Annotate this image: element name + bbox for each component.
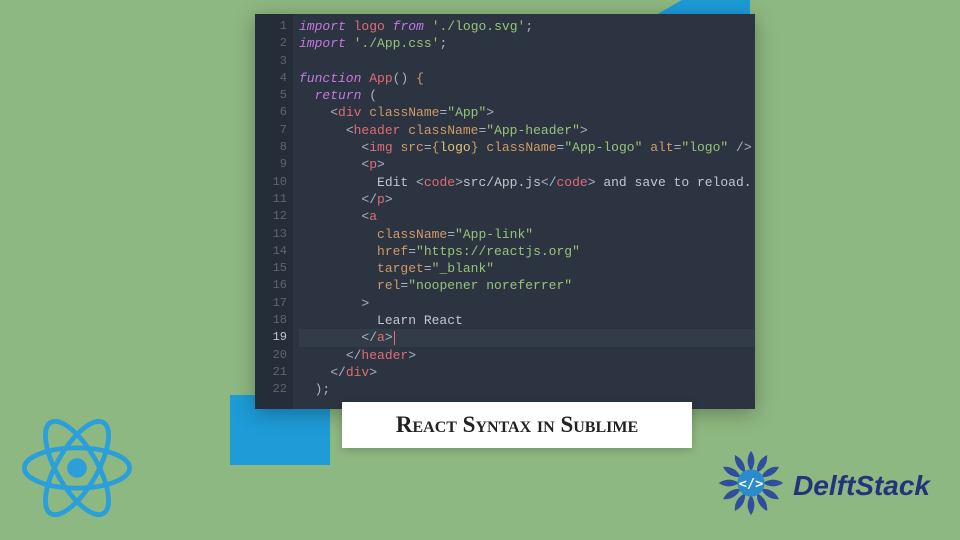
line-number: 21 xyxy=(255,364,287,381)
line-number: 12 xyxy=(255,208,287,225)
line-number: 6 xyxy=(255,104,287,121)
code-line: href="https://reactjs.org" xyxy=(299,243,755,260)
code-line: </a> xyxy=(299,329,755,346)
line-number: 5 xyxy=(255,87,287,104)
code-line: </p> xyxy=(299,191,755,208)
code-line: Learn React xyxy=(299,312,755,329)
code-line: > xyxy=(299,295,755,312)
code-line: import './App.css'; xyxy=(299,35,755,52)
code-line xyxy=(299,53,755,70)
line-number: 16 xyxy=(255,277,287,294)
line-number: 14 xyxy=(255,243,287,260)
code-line: <div className="App"> xyxy=(299,104,755,121)
code-line: import logo from './logo.svg'; xyxy=(299,18,755,35)
line-number: 15 xyxy=(255,260,287,277)
line-number: 20 xyxy=(255,347,287,364)
line-number: 4 xyxy=(255,70,287,87)
code-line: className="App-link" xyxy=(299,226,755,243)
svg-text:</>: </> xyxy=(739,476,764,492)
brand-text: DelftStack xyxy=(793,470,930,502)
react-logo-icon xyxy=(22,418,132,523)
code-line: rel="noopener noreferrer" xyxy=(299,277,755,294)
title-card: React Syntax in Sublime xyxy=(342,402,692,448)
line-number: 18 xyxy=(255,312,287,329)
code-line: <p> xyxy=(299,156,755,173)
line-number: 7 xyxy=(255,122,287,139)
brand-logo: </> DelftStack xyxy=(717,449,930,522)
code-line: </header> xyxy=(299,347,755,364)
line-number: 1 xyxy=(255,18,287,35)
code-line: function App() { xyxy=(299,70,755,87)
code-line: <a xyxy=(299,208,755,225)
brand-mandala-icon: </> xyxy=(717,449,785,522)
code-line: return ( xyxy=(299,87,755,104)
line-number-gutter: 12345678910111213141516171819202122 xyxy=(255,14,293,409)
line-number: 19 xyxy=(255,329,287,346)
code-line: Edit <code>src/App.js</code> and save to… xyxy=(299,174,755,191)
line-number: 13 xyxy=(255,226,287,243)
line-number: 3 xyxy=(255,53,287,70)
line-number: 2 xyxy=(255,35,287,52)
code-area: import logo from './logo.svg';import './… xyxy=(293,14,755,409)
code-line: </div> xyxy=(299,364,755,381)
line-number: 22 xyxy=(255,381,287,398)
line-number: 10 xyxy=(255,174,287,191)
cursor xyxy=(394,331,395,345)
line-number: 11 xyxy=(255,191,287,208)
code-line: target="_blank" xyxy=(299,260,755,277)
title-text: React Syntax in Sublime xyxy=(396,412,638,438)
code-editor: 12345678910111213141516171819202122 impo… xyxy=(255,14,755,409)
line-number: 9 xyxy=(255,156,287,173)
line-number: 8 xyxy=(255,139,287,156)
code-line: <img src={logo} className="App-logo" alt… xyxy=(299,139,755,156)
line-number: 17 xyxy=(255,295,287,312)
code-line: <header className="App-header"> xyxy=(299,122,755,139)
code-line: ); xyxy=(299,381,755,398)
